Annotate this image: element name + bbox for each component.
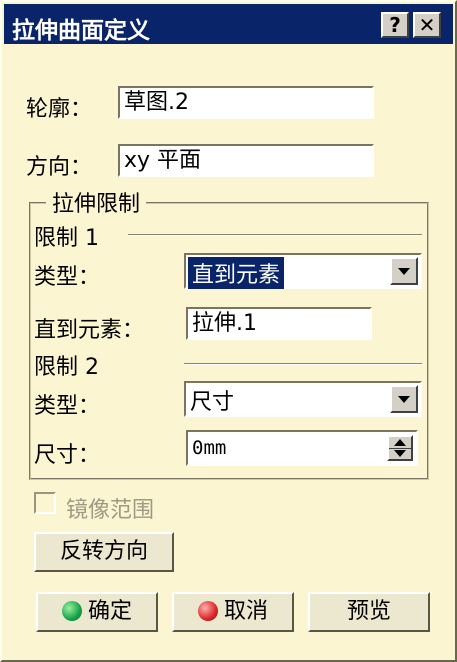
spinner-divider <box>389 448 411 449</box>
limit2-dimension-field[interactable]: 0mm <box>186 430 418 466</box>
limit1-type-label: 类型： <box>34 265 101 290</box>
spinner-icon[interactable] <box>387 435 413 461</box>
chevron-down-icon[interactable] <box>390 385 418 413</box>
ok-button[interactable]: 确定 <box>36 592 158 632</box>
extrude-surface-dialog: 拉伸曲面定义 ? ✕ 轮廓： 草图.2 方向： xy 平面 拉伸限制 限制 1 … <box>0 0 457 662</box>
preview-button[interactable]: 预览 <box>308 592 430 632</box>
cancel-label: 取消 <box>223 599 268 624</box>
ok-icon <box>61 601 82 621</box>
spinner-up-icon[interactable] <box>394 439 406 446</box>
limit2-header: 限制 2 <box>34 355 99 380</box>
limit1-type-select[interactable]: 直到元素 <box>184 253 422 289</box>
ok-label: 确定 <box>87 599 132 624</box>
profile-label: 轮廓： <box>26 97 93 122</box>
limit1-separator <box>128 234 422 236</box>
limit1-element-label: 直到元素： <box>34 318 145 343</box>
title-bar[interactable]: 拉伸曲面定义 ? ✕ <box>4 4 453 44</box>
direction-label: 方向： <box>26 155 93 180</box>
limit1-header: 限制 1 <box>34 226 99 251</box>
limit1-type-value: 直到元素 <box>188 257 285 289</box>
reverse-direction-button[interactable]: 反转方向 <box>34 532 174 572</box>
limit1-element-field[interactable]: 拉伸.1 <box>186 307 372 340</box>
limit2-dimension-value: 0mm <box>192 437 227 459</box>
extrusion-limits-legend: 拉伸限制 <box>46 186 147 218</box>
spinner-down-icon[interactable] <box>394 450 406 457</box>
limit2-type-label: 类型： <box>34 394 101 419</box>
help-button[interactable]: ? <box>381 12 409 38</box>
mirrored-extent-checkbox[interactable] <box>34 492 56 514</box>
limit2-dimension-label: 尺寸： <box>34 443 101 468</box>
close-button[interactable]: ✕ <box>413 12 441 38</box>
limit2-type-select[interactable]: 尺寸 <box>184 381 422 417</box>
dialog-title: 拉伸曲面定义 <box>12 18 150 44</box>
limit2-separator <box>184 363 422 365</box>
cancel-button[interactable]: 取消 <box>172 592 294 632</box>
direction-field[interactable]: xy 平面 <box>118 144 374 177</box>
cancel-icon <box>197 601 218 621</box>
mirrored-extent-label: 镜像范围 <box>66 498 155 523</box>
profile-field[interactable]: 草图.2 <box>118 86 374 119</box>
limit2-type-value: 尺寸 <box>190 390 235 415</box>
chevron-down-icon[interactable] <box>390 257 418 285</box>
